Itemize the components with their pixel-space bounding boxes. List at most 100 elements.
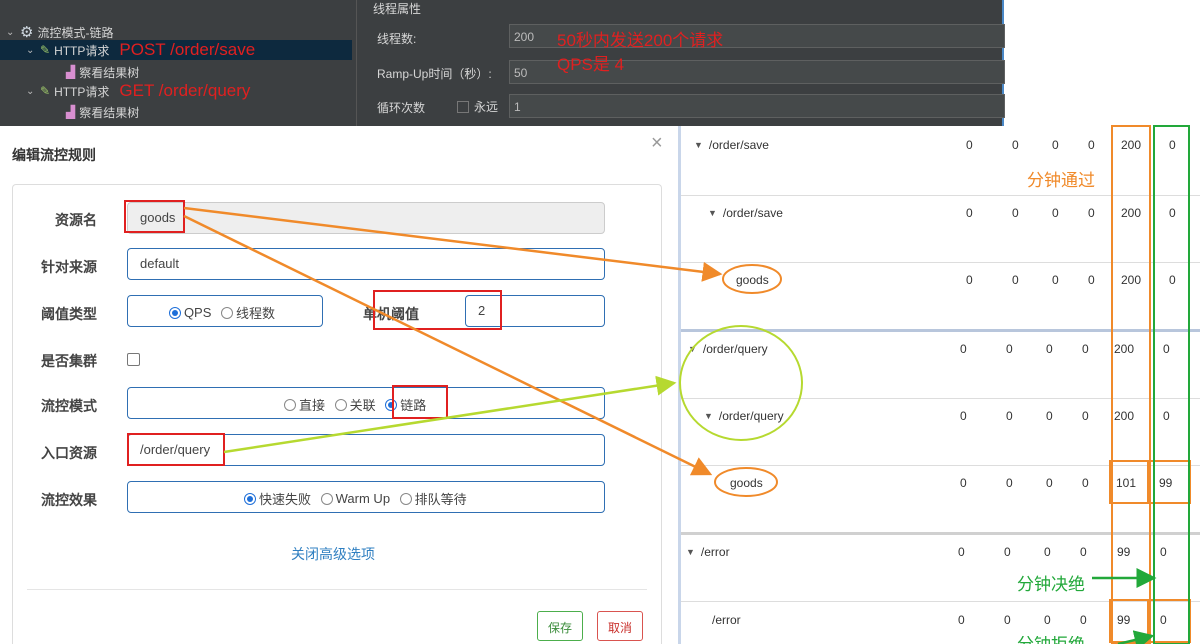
- tree-node-results-tree[interactable]: ▟ 察看结果树: [66, 102, 139, 122]
- cell-value: 0: [1046, 476, 1053, 490]
- cell-value: 0: [1160, 613, 1167, 627]
- resource-label: 资源名: [55, 212, 97, 228]
- annotation-post-order-save: POST /order/save: [119, 40, 256, 59]
- radio-icon[interactable]: [221, 306, 234, 319]
- radio-relate[interactable]: 关联: [334, 395, 376, 414]
- loop-input[interactable]: 1: [509, 94, 1005, 118]
- cluster-checkbox[interactable]: [127, 353, 140, 366]
- radio-warm-up[interactable]: Warm Up: [320, 491, 390, 506]
- cell-value: 0: [1160, 545, 1167, 559]
- cell-value: 200: [1121, 273, 1142, 287]
- annotation-get-order-query: GET /order/query: [119, 81, 251, 100]
- tree-node-label: 察看结果树: [79, 65, 140, 80]
- single-threshold-input[interactable]: 2: [465, 295, 605, 327]
- chevron-down-icon[interactable]: ⌄: [6, 27, 16, 38]
- thread-properties-panel: 线程属性 线程数: 200 Ramp-Up时间（秒）: 50 循环次数 永远 1…: [356, 0, 1005, 126]
- effect-radios: 快速失败 Warm Up 排队等待: [127, 481, 605, 513]
- cell-value: 0: [1080, 613, 1087, 627]
- resource-name: /order/query: [702, 342, 768, 356]
- cell-value: 0: [958, 613, 965, 627]
- mode-label: 流控模式: [41, 398, 97, 414]
- radio-label: 线程数: [236, 306, 276, 321]
- chevron-down-icon[interactable]: ⌄: [26, 86, 36, 97]
- table-row[interactable]: ▼ /order/query 0 0 0 0 200 0: [678, 399, 1200, 466]
- resource-name: /error: [700, 545, 730, 559]
- tree-node-results-tree[interactable]: ▟ 察看结果树: [66, 62, 139, 82]
- caret-down-icon[interactable]: ▼: [708, 208, 717, 218]
- cell-value: 0: [1052, 273, 1059, 287]
- threads-label: 线程数:: [377, 32, 417, 46]
- radio-icon[interactable]: [168, 306, 181, 319]
- radio-icon[interactable]: [399, 492, 412, 505]
- radio-direct[interactable]: 直接: [284, 395, 325, 414]
- divider: [27, 589, 647, 590]
- cell-value: 0: [1012, 206, 1019, 220]
- radio-label: 链路: [400, 398, 427, 413]
- table-row[interactable]: ▼ /error 0 0 0 0 99 0: [678, 535, 1200, 602]
- table-row[interactable]: goods 0 0 0 0 200 0: [678, 263, 1200, 329]
- chart-icon: ▟: [66, 105, 76, 119]
- annotation-qps: QPS是 4: [557, 55, 625, 74]
- caret-down-icon[interactable]: ▼: [704, 411, 713, 421]
- forever-checkbox[interactable]: 永远: [457, 98, 498, 115]
- checkbox-icon[interactable]: [457, 100, 469, 113]
- radio-icon[interactable]: [334, 398, 347, 411]
- resource-input[interactable]: goods: [127, 202, 605, 234]
- cell-value: 0: [1080, 545, 1087, 559]
- tree-node-label: 流控模式-链路: [37, 25, 114, 40]
- resource-name: /error: [712, 613, 741, 627]
- resource-name: /order/query: [718, 409, 784, 423]
- chevron-down-icon[interactable]: ⌄: [26, 45, 36, 56]
- table-row[interactable]: ▼ /order/query 0 0 0 0 200 0: [678, 332, 1200, 399]
- source-label: 针对来源: [41, 259, 97, 275]
- caret-down-icon[interactable]: ▼: [688, 344, 697, 354]
- cell-value: 0: [1012, 273, 1019, 287]
- cell-value: 99: [1117, 613, 1131, 627]
- cancel-button[interactable]: 取消: [597, 611, 644, 641]
- caret-down-icon[interactable]: ▼: [686, 547, 695, 557]
- threshold-type-label: 阈值类型: [41, 306, 97, 322]
- resource-name: goods: [730, 476, 763, 490]
- save-button[interactable]: 保存: [537, 611, 584, 641]
- threshold-type-radios: QPS 线程数: [127, 295, 323, 327]
- radio-chain[interactable]: 链路: [385, 395, 426, 414]
- cell-value: 0: [1088, 138, 1095, 152]
- cell-value: 200: [1121, 138, 1142, 152]
- resource-name: goods: [736, 273, 769, 287]
- tree-node-http-post[interactable]: ⌄ ✎ HTTP请求 POST /order/save: [0, 40, 352, 60]
- radio-threads[interactable]: 线程数: [221, 303, 275, 322]
- entry-input[interactable]: /order/query: [127, 434, 605, 466]
- table-row[interactable]: goods 0 0 0 0 101 99: [678, 466, 1200, 532]
- tree-node-label: HTTP请求: [54, 84, 110, 99]
- radio-label: 直接: [299, 398, 326, 413]
- radio-label: 关联: [349, 398, 376, 413]
- radio-icon[interactable]: [385, 398, 398, 411]
- cell-value: 99: [1159, 476, 1173, 490]
- radio-icon[interactable]: [320, 492, 333, 505]
- radio-qps[interactable]: QPS: [168, 305, 211, 320]
- radio-icon[interactable]: [284, 398, 296, 411]
- cell-value: 0: [966, 273, 973, 287]
- jmeter-test-plan-tree: ⌄ ⚙ 流控模式-链路 ⌄ ✎ HTTP请求 POST /order/save …: [0, 0, 356, 126]
- effect-label: 流控效果: [41, 492, 97, 508]
- advanced-options-link[interactable]: 关闭高级选项: [291, 544, 375, 564]
- table-row[interactable]: /error 0 0 0 0 99 0: [678, 602, 1200, 644]
- cell-value: 0: [1082, 342, 1089, 356]
- source-input[interactable]: default: [127, 248, 605, 280]
- caret-down-icon[interactable]: ▼: [694, 140, 703, 150]
- cell-value: 0: [1046, 342, 1053, 356]
- radio-queue[interactable]: 排队等待: [399, 489, 467, 508]
- cluster-label: 是否集群: [41, 353, 97, 369]
- cell-value: 0: [1052, 206, 1059, 220]
- tree-node-thread-group[interactable]: ⌄ ⚙ 流控模式-链路: [6, 22, 113, 42]
- chart-icon: ▟: [66, 65, 76, 79]
- table-row[interactable]: ▼ /order/save 0 0 0 0 200 0: [678, 196, 1200, 263]
- radio-fast-fail[interactable]: 快速失败: [244, 489, 311, 508]
- tree-node-http-get[interactable]: ⌄ ✎ HTTP请求 GET /order/query: [26, 81, 250, 101]
- forever-label: 永远: [474, 100, 499, 114]
- cell-value: 0: [1163, 409, 1170, 423]
- pipette-icon: ✎: [40, 43, 51, 57]
- close-icon[interactable]: ×: [651, 132, 663, 155]
- table-row[interactable]: ▼ /order/save 0 0 0 0 200 0: [678, 126, 1200, 196]
- radio-icon[interactable]: [244, 492, 256, 505]
